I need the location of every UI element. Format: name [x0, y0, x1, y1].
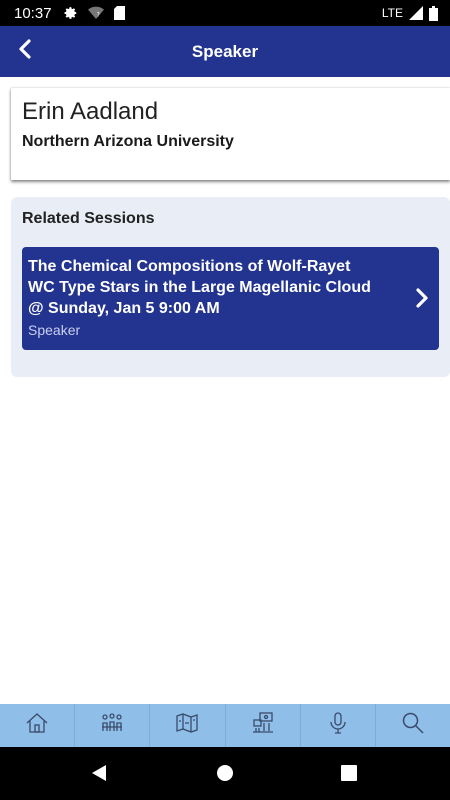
- recents-square-icon[interactable]: [341, 765, 357, 786]
- exhibitors-icon: [251, 711, 275, 740]
- network-type: LTE: [381, 6, 403, 20]
- app-header: Speaker: [0, 26, 450, 77]
- tab-people[interactable]: [75, 704, 151, 747]
- status-bar: 10:37 ? LTE: [0, 0, 450, 26]
- bottom-tab-bar: [0, 704, 450, 747]
- microphone-icon: [326, 711, 350, 740]
- chevron-right-icon: [415, 287, 429, 314]
- session-title: The Chemical Compositions of Wolf-Rayet …: [28, 256, 388, 319]
- sd-card-icon: [113, 6, 125, 20]
- related-sessions-heading: Related Sessions: [22, 210, 155, 227]
- back-triangle-icon[interactable]: [90, 764, 108, 787]
- session-card[interactable]: The Chemical Compositions of Wolf-Rayet …: [22, 247, 439, 350]
- related-sessions-panel: Related Sessions The Chemical Compositio…: [11, 197, 450, 377]
- home-circle-icon[interactable]: [216, 764, 234, 787]
- wifi-question-icon: ?: [87, 6, 104, 20]
- speaker-card: Erin Aadland Northern Arizona University: [11, 88, 450, 180]
- session-role: Speaker: [28, 322, 81, 338]
- battery-icon: [429, 5, 438, 21]
- home-icon: [25, 711, 49, 740]
- tab-microphone[interactable]: [301, 704, 376, 747]
- session-title-line: @ Sunday, Jan 5 9:00 AM: [28, 300, 220, 317]
- tab-home[interactable]: [0, 704, 76, 747]
- speaker-organization: Northern Arizona University: [22, 133, 234, 150]
- tab-map[interactable]: [150, 704, 226, 747]
- search-icon: [401, 711, 425, 740]
- tab-search[interactable]: [376, 704, 450, 747]
- status-time: 10:37: [14, 4, 52, 22]
- session-title-line: The Chemical Compositions of Wolf-Rayet: [28, 258, 351, 275]
- page-title: Speaker: [191, 41, 259, 61]
- session-title-line: WC Type Stars in the Large Magellanic Cl…: [28, 279, 371, 296]
- chevron-left-icon: [18, 38, 32, 64]
- back-button[interactable]: [8, 34, 42, 68]
- svg-text:?: ?: [96, 11, 99, 18]
- tab-exhibitors[interactable]: [226, 704, 301, 747]
- map-icon: [175, 711, 199, 740]
- speaker-name: Erin Aadland: [22, 98, 159, 125]
- system-nav-bar: [0, 747, 450, 800]
- signal-icon: [409, 6, 423, 20]
- gear-icon: [64, 6, 78, 20]
- people-icon: [100, 711, 124, 740]
